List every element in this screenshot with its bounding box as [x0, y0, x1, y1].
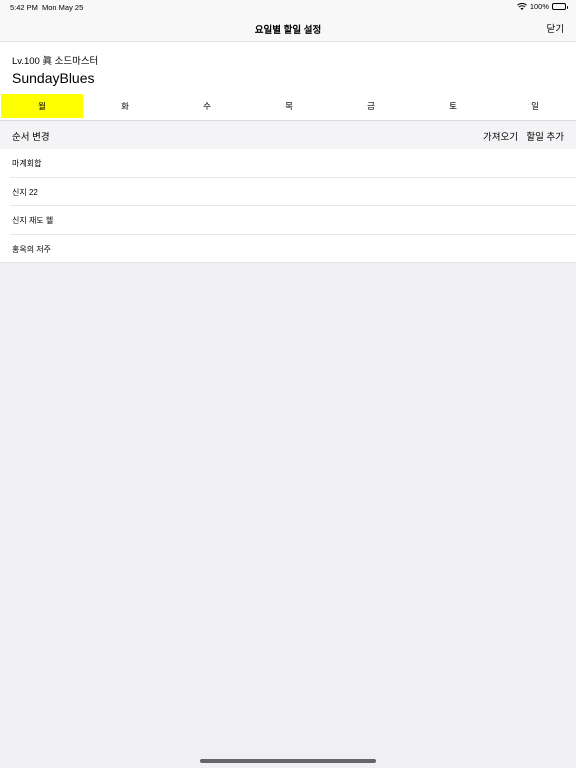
list-item[interactable]: 신지 22 [0, 178, 576, 207]
list-toolbar: 순서 변경 가져오기 할일 추가 [0, 121, 576, 149]
task-label: 홍옥의 저주 [12, 244, 52, 254]
task-list: 마계회합 신지 22 신지 재도 헬 홍옥의 저주 [0, 149, 576, 263]
tab-thursday[interactable]: 목 [248, 92, 330, 120]
task-label: 마계회합 [12, 159, 42, 168]
page-title: 요일별 할일 설정 [254, 25, 322, 36]
battery-percent: 100% [529, 2, 549, 11]
battery-icon [552, 3, 568, 10]
list-item[interactable]: 홍옥의 저주 [0, 235, 576, 264]
add-task-button[interactable]: 할일 추가 [526, 129, 564, 143]
reorder-button[interactable]: 순서 변경 [12, 129, 50, 143]
character-level-class: Lv.100 眞 소드마스터 [12, 56, 99, 67]
navigation-bar: 요일별 할일 설정 닫기 [0, 16, 576, 42]
status-date: Mon May 25 [42, 3, 84, 12]
profile-header: Lv.100 眞 소드마스터 SundayBlues [0, 42, 576, 92]
page: 5:42 PM Mon May 25 100% 요일별 할일 설정 닫기 Lv.… [0, 0, 576, 768]
tab-tuesday[interactable]: 화 [84, 92, 166, 120]
close-button[interactable]: 닫기 [547, 21, 564, 35]
task-label: 신지 재도 헬 [12, 216, 54, 225]
import-button[interactable]: 가져오기 [483, 129, 518, 143]
home-indicator[interactable] [200, 759, 376, 763]
tab-sunday[interactable]: 일 [494, 92, 576, 120]
tab-friday[interactable]: 금 [330, 92, 412, 120]
day-tabs: 월 화 수 목 금 토 일 [0, 92, 576, 121]
status-indicators: 100% [516, 2, 568, 11]
tab-wednesday[interactable]: 수 [166, 92, 248, 120]
status-bar: 5:42 PM Mon May 25 100% [0, 0, 576, 16]
list-item[interactable]: 마계회합 [0, 149, 576, 178]
status-time: 5:42 PM [10, 3, 38, 12]
character-name: SundayBlues [12, 70, 95, 86]
wifi-icon [516, 2, 527, 10]
task-label: 신지 22 [12, 187, 38, 197]
list-item[interactable]: 신지 재도 헬 [0, 206, 576, 235]
tab-saturday[interactable]: 토 [412, 92, 494, 120]
tab-monday[interactable]: 월 [1, 94, 83, 118]
